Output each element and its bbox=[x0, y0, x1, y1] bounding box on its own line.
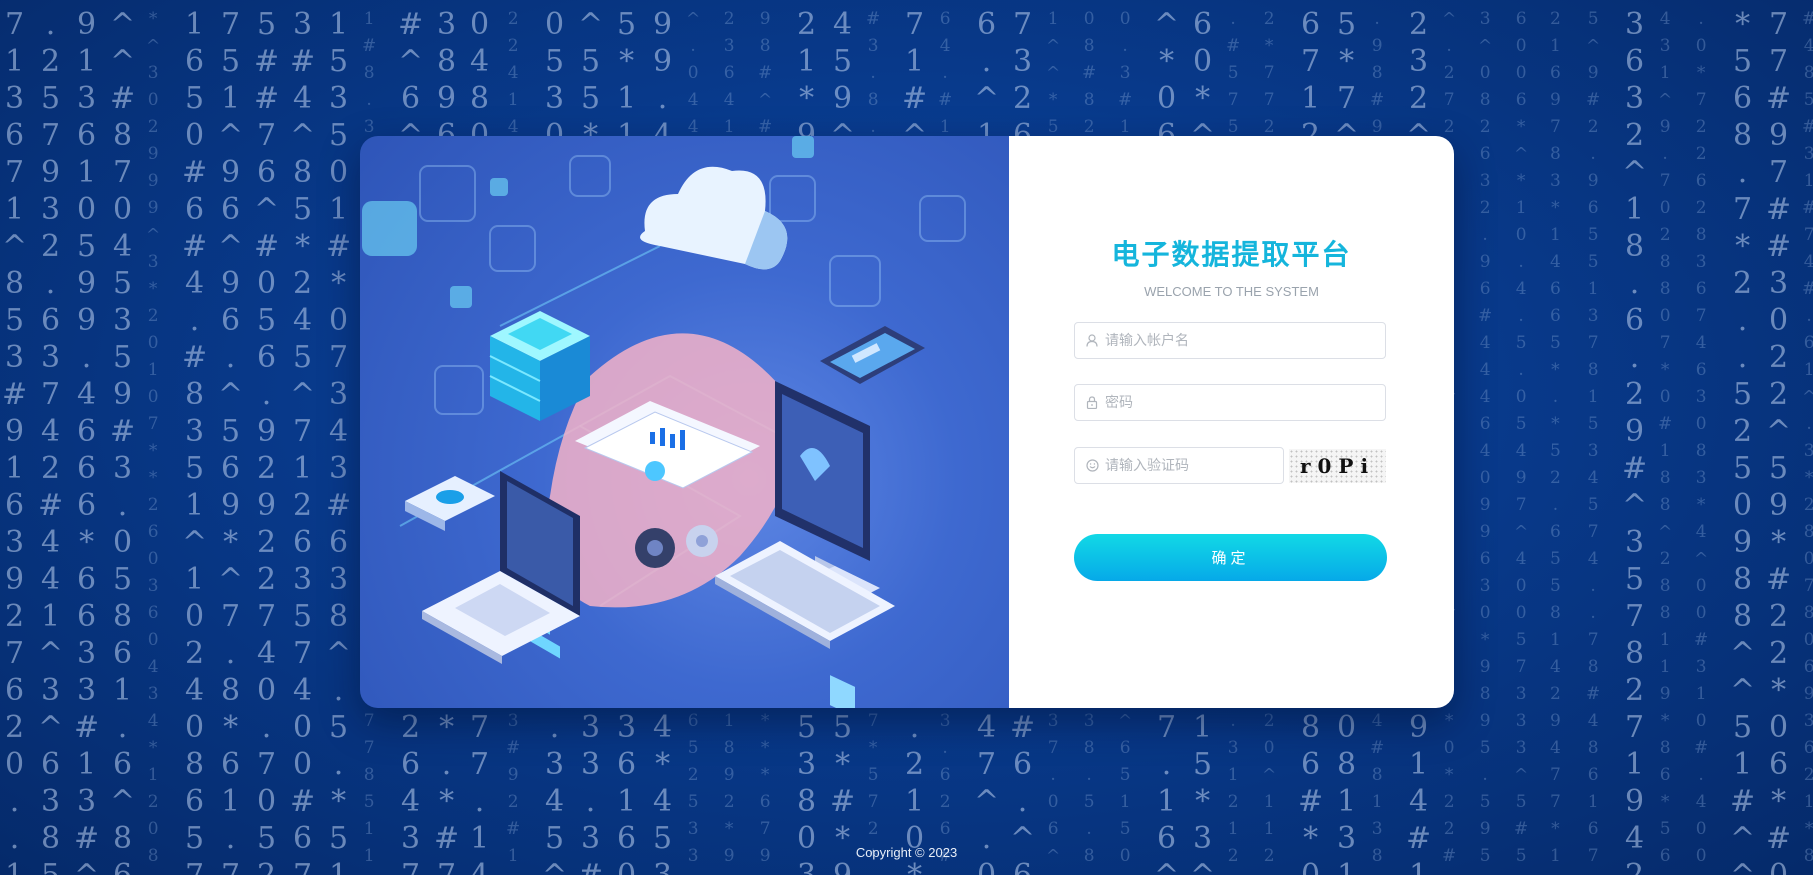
captcha-field[interactable] bbox=[1074, 447, 1284, 484]
lock-icon bbox=[1085, 396, 1099, 410]
captcha-text: r0Pi bbox=[1299, 454, 1376, 478]
captcha-image[interactable]: r0Pi bbox=[1289, 449, 1386, 483]
submit-button[interactable]: 确定 bbox=[1074, 534, 1387, 581]
password-field[interactable] bbox=[1074, 384, 1386, 421]
smile-icon bbox=[1085, 459, 1099, 473]
captcha-input[interactable] bbox=[1105, 448, 1283, 483]
username-field[interactable] bbox=[1074, 322, 1386, 359]
page-subtitle: WELCOME TO THE SYSTEM bbox=[1144, 284, 1319, 299]
footer-copyright: Copyright © 2023 bbox=[855, 845, 958, 860]
login-card: 电子数据提取平台 WELCOME TO THE SYSTEM r0Pi 确定 bbox=[360, 136, 1454, 708]
password-input[interactable] bbox=[1105, 385, 1385, 420]
isometric-data-illustration bbox=[362, 136, 966, 708]
hero-illustration bbox=[360, 136, 1009, 708]
login-form-panel: 电子数据提取平台 WELCOME TO THE SYSTEM r0Pi 确定 bbox=[1009, 136, 1454, 708]
page-title: 电子数据提取平台 bbox=[1111, 238, 1352, 271]
user-icon bbox=[1085, 334, 1099, 348]
username-input[interactable] bbox=[1105, 323, 1385, 358]
